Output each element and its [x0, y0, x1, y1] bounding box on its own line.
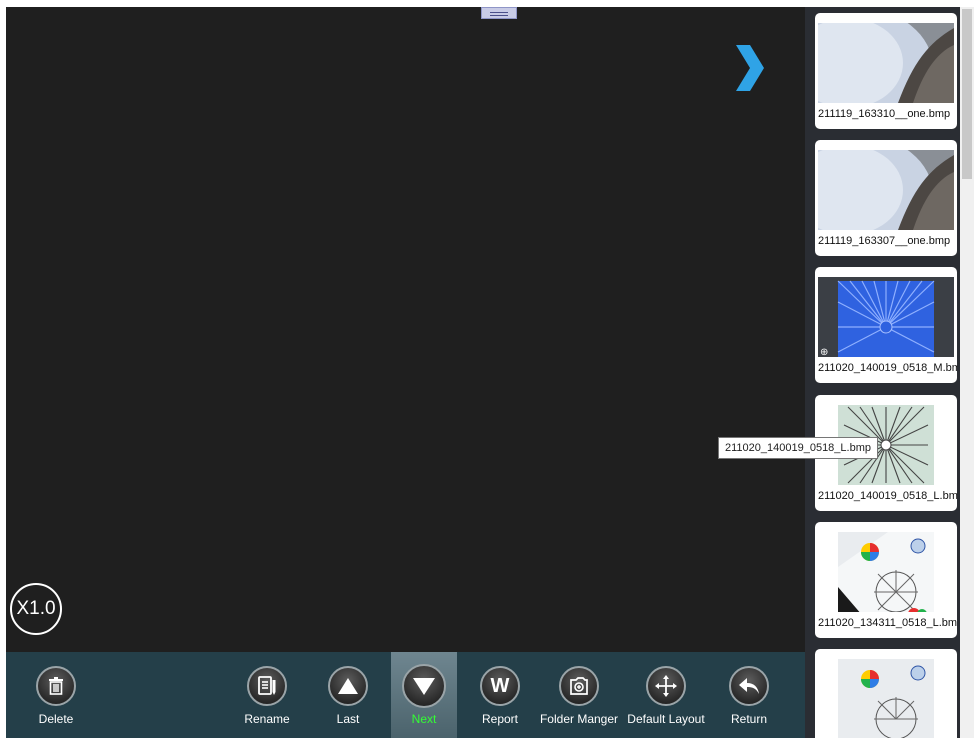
thumbnail-card[interactable]: 211119_163310__one.bmp [815, 13, 957, 129]
last-button[interactable]: Last [324, 652, 372, 738]
folder-manger-label: Folder Manger [539, 712, 619, 726]
last-label: Last [336, 712, 360, 726]
rename-label: Rename [244, 712, 290, 726]
folder-manger-button[interactable]: Folder Manger [533, 652, 625, 738]
thumbnail-filename: 211020_134311_0518_L.bmp [818, 617, 957, 629]
thumbnail-card[interactable]: 211020_134311_0518_L.bmp [815, 522, 957, 638]
trash-icon [36, 666, 76, 706]
drag-handle-icon[interactable] [481, 7, 517, 19]
thumbnail-image [818, 23, 954, 103]
camera-folder-icon [559, 666, 599, 706]
report-label: Report [481, 712, 519, 726]
svg-text:⊕: ⊕ [820, 347, 828, 357]
default-layout-label: Default Layout [627, 712, 705, 726]
w-icon: W [480, 666, 520, 706]
bottom-toolbar: Delete Rename Last Next W Report Folder … [6, 652, 805, 738]
delete-button[interactable]: Delete [32, 652, 80, 738]
thumbnail-card[interactable]: ⊕ 211020_140019_0518_M.bmp [815, 267, 957, 383]
rename-button[interactable]: Rename [240, 652, 294, 738]
thumbnail-filename: 211020_140019_0518_M.bmp [818, 362, 957, 374]
thumbnail-card[interactable] [815, 649, 957, 738]
next-label: Next [411, 712, 437, 726]
triangle-down-icon [402, 664, 446, 708]
scrollbar-thumb[interactable] [962, 9, 972, 179]
thumbnail-filename: 211119_163310__one.bmp [818, 108, 951, 120]
triangle-up-icon [328, 666, 368, 706]
move-arrows-icon [646, 666, 686, 706]
document-icon [247, 666, 287, 706]
thumbnail-image [818, 150, 954, 230]
image-viewer[interactable]: X1.0 [6, 7, 805, 652]
thumbnail-filename: 211119_163307__one.bmp [818, 235, 951, 247]
default-layout-button[interactable]: Default Layout [621, 652, 711, 738]
thumbnail-filename: 211020_140019_0518_L.bmp [818, 490, 957, 502]
sidebar-scrollbar[interactable] [960, 7, 974, 738]
filename-tooltip: 211020_140019_0518_L.bmp [718, 437, 878, 459]
thumbnail-image: ⊕ [818, 277, 954, 357]
zoom-level-badge: X1.0 [10, 583, 62, 635]
thumbnail-sidebar[interactable]: 211119_163310__one.bmp 211119_163307__on… [805, 7, 960, 738]
next-button[interactable]: Next [391, 652, 457, 738]
thumbnail-image [818, 659, 954, 738]
next-image-arrow-icon[interactable] [734, 45, 764, 91]
report-button[interactable]: W Report [476, 652, 524, 738]
thumbnail-card[interactable]: 211119_163307__one.bmp [815, 140, 957, 256]
return-label: Return [730, 712, 768, 726]
thumbnail-image [818, 532, 954, 612]
return-button[interactable]: Return [725, 652, 773, 738]
delete-label: Delete [38, 712, 74, 726]
return-arrow-icon [729, 666, 769, 706]
